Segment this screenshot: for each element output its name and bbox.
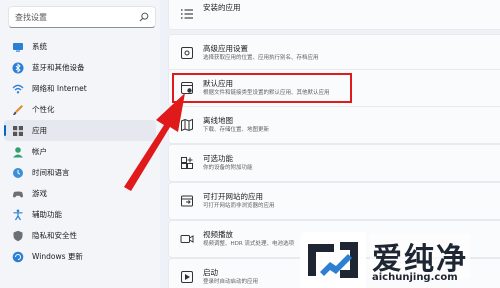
brush-icon [13,104,23,115]
card-installed-apps[interactable]: 安装的应用 [168,0,500,30]
sidebar-item-gaming[interactable]: 游戏 [0,183,160,204]
sidebar: 系统 蓝牙和其他设备 网络和 Internet 个性化 [0,0,160,288]
sidebar-item-accessibility[interactable]: 辅助功能 [0,204,160,225]
sidebar-item-bluetooth[interactable]: 蓝牙和其他设备 [0,57,160,78]
card-title: 离线地图 [203,116,233,125]
card-description: 选择获取应用的位置、应用执行别名、存档应用 [203,55,319,61]
card-description: 根据文件和链接类型设置的默认应用、其他默认应用 [203,90,330,96]
nav-list: 系统 蓝牙和其他设备 网络和 Internet 个性化 应用 帐户 时间和语言 … [0,36,160,267]
card-apps-for-websites[interactable]: 可打开网站的应用 可打开网站而非浏览器的应用 [168,182,500,220]
watermark-logo-box [300,232,366,288]
watermark-url: aichunjing.com [372,272,458,283]
watermark: 爱纯净 aichunjing.com [300,232,500,288]
card-title: 安装的应用 [203,3,241,12]
monitor-icon [13,42,23,52]
globe-clock-icon [13,167,23,178]
sidebar-item-system[interactable]: 系统 [0,36,160,57]
sidebar-item-windows-update[interactable]: Windows 更新 [0,246,160,267]
sidebar-item-privacy[interactable]: 隐私和安全性 [0,225,160,246]
card-description: 你的设备的附加功能 [203,165,253,171]
card-offline-maps[interactable]: 离线地图 下载、存储位置、地图更新 [168,106,500,144]
network-icon [12,84,24,93]
card-advanced-app-settings[interactable]: 高级应用设置 选择获取应用的位置、应用执行别名、存档应用 [168,34,500,72]
sidebar-item-label: 帐户 [32,147,47,156]
optional-features-icon [181,157,193,169]
sidebar-item-personalization[interactable]: 个性化 [0,99,160,120]
sidebar-item-label: 蓝牙和其他设备 [32,63,85,72]
sidebar-item-time-language[interactable]: 时间和语言 [0,162,160,183]
search-input[interactable] [15,12,139,22]
startup-icon [181,271,193,283]
website-apps-icon [181,195,193,207]
update-icon [12,251,24,262]
card-default-apps[interactable]: 默认应用 根据文件和链接类型设置的默认应用、其他默认应用 [168,69,500,107]
sidebar-item-label: 网络和 Internet [32,84,87,93]
sidebar-item-label: 时间和语言 [32,168,70,177]
user-icon [13,146,23,157]
search-icon[interactable] [139,12,149,22]
sidebar-item-label: 系统 [32,42,47,51]
sidebar-item-label: 个性化 [32,105,55,114]
sidebar-item-label: 隐私和安全性 [32,231,77,240]
sidebar-item-label: 游戏 [32,189,47,198]
sidebar-item-accounts[interactable]: 帐户 [0,141,160,162]
sidebar-item-label: 辅助功能 [32,210,62,219]
card-description: 下载、存储位置、地图更新 [203,127,270,133]
card-title: 默认应用 [203,79,233,88]
card-title: 可打开网站的应用 [203,192,263,201]
offline-maps-icon [181,118,193,132]
card-title: 可选功能 [203,154,233,163]
video-icon [180,235,194,243]
sidebar-item-label: 应用 [32,126,47,135]
watermark-logo-icon [308,242,358,278]
card-optional-features[interactable]: 可选功能 你的设备的附加功能 [168,144,500,182]
advanced-apps-icon [181,47,193,59]
accessibility-icon [13,209,23,220]
list-icon [181,9,193,19]
apps-icon [13,125,23,136]
shield-icon [13,230,23,241]
sidebar-item-network[interactable]: 网络和 Internet [0,78,160,99]
card-description: 可打开网站而非浏览器的应用 [203,203,275,209]
card-title: 高级应用设置 [203,44,248,53]
search-box[interactable] [8,6,156,28]
bluetooth-icon [12,62,24,73]
sidebar-item-apps[interactable]: 应用 [4,120,156,141]
gamepad-icon [13,191,23,197]
sidebar-item-label: Windows 更新 [32,252,83,261]
default-apps-icon [181,82,193,94]
